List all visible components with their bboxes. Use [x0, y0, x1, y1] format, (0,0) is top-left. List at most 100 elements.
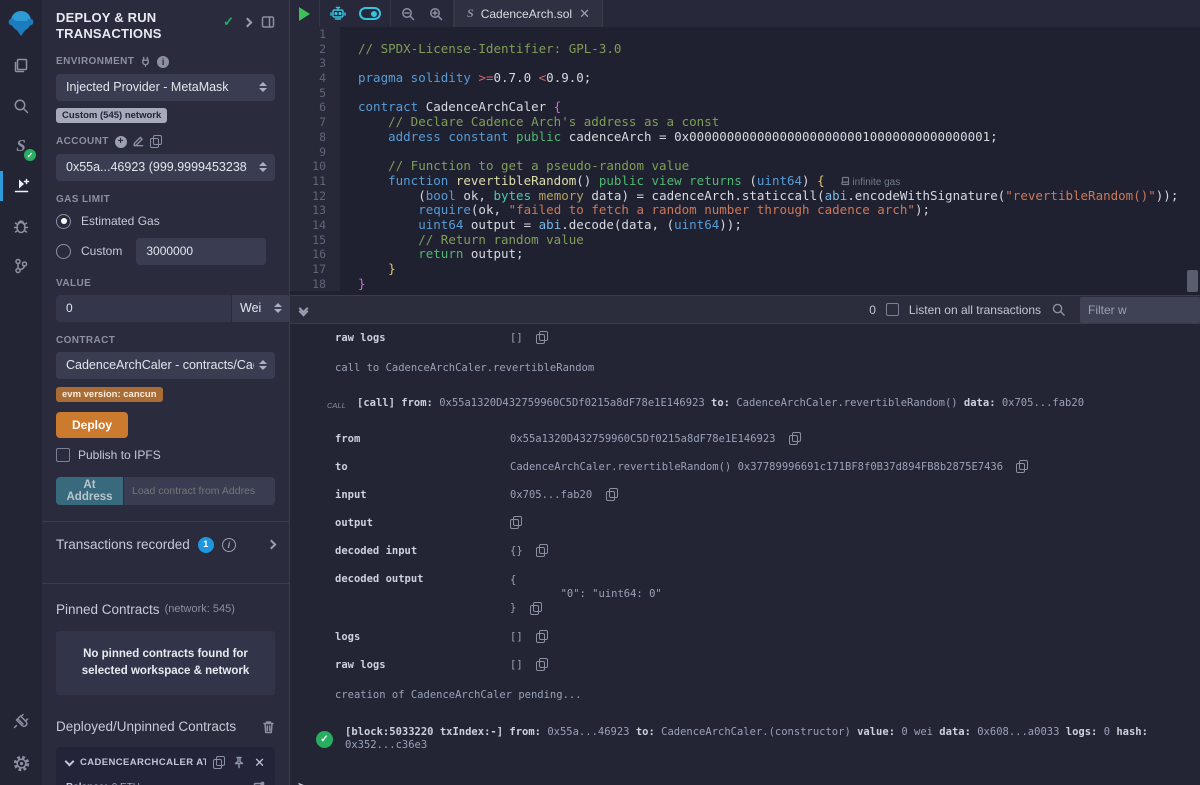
terminal-call-row[interactable]: CALL[call] from: 0x55a1320D432759960C5Df…	[290, 384, 1200, 425]
contract-instance-title: CADENCEARCHCALER AT 0)	[80, 757, 206, 768]
transactions-expand-icon[interactable]	[267, 540, 277, 550]
line-number: 7	[290, 115, 340, 130]
debugger-icon[interactable]	[0, 206, 42, 246]
run-script-icon[interactable]	[299, 7, 310, 21]
solidity-compiler-icon[interactable]: S ✓	[0, 126, 42, 166]
zoom-out-icon[interactable]	[400, 6, 416, 22]
copy-icon[interactable]	[536, 331, 547, 343]
editor-toolbar: S CadenceArch.sol ✕	[290, 0, 1200, 27]
custom-gas-radio[interactable]	[56, 244, 71, 259]
listen-all-checkbox[interactable]	[886, 303, 899, 316]
remix-logo-icon[interactable]	[0, 0, 42, 46]
zoom-in-icon[interactable]	[428, 6, 444, 22]
transactions-recorded-row[interactable]: Transactions recorded 1 i	[56, 522, 275, 567]
code-line: 7 // Declare Cadence Arch's address as a…	[290, 115, 1200, 130]
deployed-contracts-heading: Deployed/Unpinned Contracts	[56, 719, 236, 734]
at-address-input[interactable]	[124, 477, 275, 505]
plug-icon[interactable]	[140, 56, 151, 67]
value-input[interactable]	[56, 295, 231, 322]
edit-balance-icon[interactable]	[253, 781, 265, 785]
code-line: 1	[290, 27, 1200, 42]
value-label: VALUE	[56, 278, 275, 289]
add-account-icon[interactable]: +	[115, 136, 127, 148]
pin-icon[interactable]	[233, 756, 245, 769]
remove-instance-icon[interactable]: ✕	[254, 756, 265, 769]
contract-select[interactable]: CadenceArchCaler - contracts/Cac	[56, 352, 275, 379]
panel-chevron-icon[interactable]	[243, 17, 253, 27]
copy-address-icon[interactable]	[213, 756, 224, 768]
tab-close-icon[interactable]: ✕	[579, 6, 590, 22]
deploy-run-icon[interactable]	[0, 166, 42, 206]
custom-gas-input[interactable]	[136, 238, 266, 265]
code-line: 16 return output;	[290, 247, 1200, 262]
log-key: raw logs	[335, 659, 510, 671]
solidity-file-icon: S	[467, 6, 474, 21]
editor-scrollbar[interactable]	[1187, 270, 1198, 292]
line-number: 1	[290, 27, 340, 42]
at-address-button[interactable]: At Address	[56, 477, 123, 505]
panel-pin-icon[interactable]	[261, 15, 275, 29]
terminal-expand-icon[interactable]	[300, 305, 307, 315]
copilot-toggle[interactable]	[359, 7, 381, 20]
contract-label: CONTRACT	[56, 335, 275, 346]
code-line: 5	[290, 86, 1200, 101]
copy-icon[interactable]	[510, 516, 521, 528]
publish-ipfs-checkbox[interactable]	[56, 448, 70, 462]
line-number: 5	[290, 86, 340, 101]
balance-value: 0 ETH	[112, 782, 253, 785]
main-area: S CadenceArch.sol ✕ 12// SPDX-License-Id…	[290, 0, 1200, 785]
code-editor[interactable]: 12// SPDX-License-Identifier: GPL-3.034p…	[290, 27, 1200, 295]
estimated-gas-radio[interactable]	[56, 214, 71, 229]
environment-info-icon[interactable]: i	[157, 56, 169, 68]
ai-assistant-icon[interactable]	[329, 5, 347, 22]
line-number: 6	[290, 100, 340, 115]
value-unit-select[interactable]: Wei	[232, 295, 290, 322]
compile-success-badge: ✓	[24, 149, 36, 161]
custom-gas-label: Custom	[81, 244, 122, 258]
tab-cadencearch-sol[interactable]: S CadenceArch.sol ✕	[454, 0, 603, 27]
line-number: 8	[290, 130, 340, 145]
success-check-icon: ✓	[316, 731, 333, 748]
line-number: 15	[290, 233, 340, 248]
copy-icon[interactable]	[536, 658, 547, 670]
code-line: 9	[290, 145, 1200, 160]
transactions-info-icon[interactable]: i	[222, 538, 236, 552]
deploy-button[interactable]: Deploy	[56, 412, 128, 438]
select-arrows-icon	[258, 82, 267, 92]
copy-icon[interactable]	[530, 602, 541, 614]
copy-icon[interactable]	[606, 488, 617, 500]
search-icon[interactable]	[0, 86, 42, 126]
terminal-kv-row: decoded input{}	[290, 537, 1200, 565]
terminal-log: raw logs[] call to CadenceArchCaler.reve…	[290, 324, 1200, 785]
terminal-prompt[interactable]: >	[290, 767, 1200, 785]
copy-account-icon[interactable]	[150, 135, 161, 147]
account-select[interactable]: 0x55a...46923 (999.9999453238	[56, 154, 275, 181]
code-line: 10 // Function to get a pseudo-random va…	[290, 159, 1200, 174]
line-number: 16	[290, 247, 340, 262]
copy-icon[interactable]	[789, 432, 800, 444]
trash-icon[interactable]	[262, 720, 275, 734]
file-explorer-icon[interactable]	[0, 46, 42, 86]
code-line: 12 (bool ok, bytes memory data) = cadenc…	[290, 189, 1200, 204]
settings-gear-icon[interactable]	[0, 741, 42, 785]
plugin-manager-icon[interactable]	[0, 701, 42, 741]
terminal-search-icon[interactable]	[1051, 302, 1066, 317]
terminal-kv-row: raw logs[]	[290, 324, 1200, 352]
copy-icon[interactable]	[1016, 460, 1027, 472]
git-icon[interactable]	[0, 246, 42, 286]
terminal-text-row: creation of CadenceArchCaler pending...	[290, 679, 1200, 711]
account-label: ACCOUNT +	[56, 136, 275, 148]
activity-bar: S ✓	[0, 0, 42, 785]
line-number: 10	[290, 159, 340, 174]
terminal-block-row[interactable]: ✓[block:5033220 txIndex:-] from: 0x55a..…	[290, 711, 1200, 767]
collapse-icon[interactable]	[65, 756, 75, 766]
log-key: decoded input	[335, 545, 510, 557]
pinned-contracts-heading: Pinned Contracts (network: 545)	[56, 602, 275, 617]
deployed-contract-card: CADENCEARCHCALER AT 0) ✕ Balance: 0 ETH …	[56, 747, 275, 785]
environment-select[interactable]: Injected Provider - MetaMask	[56, 74, 275, 101]
terminal-filter-input[interactable]	[1080, 297, 1200, 323]
tab-label: CadenceArch.sol	[481, 7, 572, 21]
copy-icon[interactable]	[536, 630, 547, 642]
copy-icon[interactable]	[536, 544, 547, 556]
edit-account-icon[interactable]	[133, 136, 144, 147]
